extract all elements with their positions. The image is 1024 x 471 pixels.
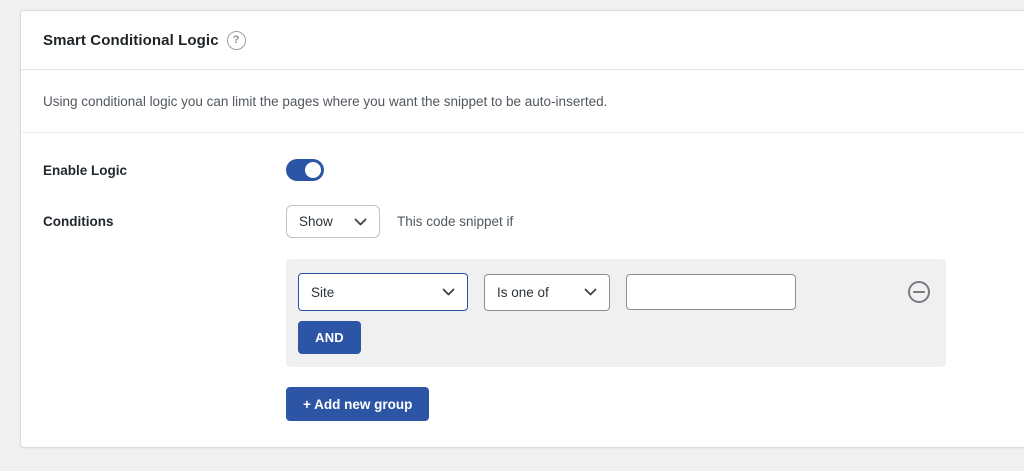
show-hide-row: Show This code snippet if bbox=[286, 205, 513, 238]
conditions-content: Show This code snippet if Site Is one of bbox=[286, 205, 946, 421]
condition-field-value: Site bbox=[311, 284, 335, 300]
panel-header: Smart Conditional Logic ? bbox=[21, 11, 1024, 70]
conditions-hint: This code snippet if bbox=[397, 214, 514, 229]
panel-description: Using conditional logic you can limit th… bbox=[43, 94, 608, 109]
condition-value-input[interactable] bbox=[626, 274, 796, 310]
enable-logic-toggle[interactable] bbox=[286, 159, 324, 181]
and-button[interactable]: AND bbox=[298, 321, 361, 354]
show-hide-select-value: Show bbox=[299, 214, 333, 229]
conditional-logic-form: Enable Logic Conditions Show This code s… bbox=[21, 133, 1024, 421]
remove-condition-button[interactable] bbox=[906, 279, 932, 305]
help-icon[interactable]: ? bbox=[226, 30, 246, 50]
toggle-knob bbox=[305, 162, 321, 178]
condition-group: Site Is one of AND bbox=[286, 259, 946, 367]
chevron-down-icon bbox=[354, 218, 367, 225]
condition-operator-value: Is one of bbox=[497, 284, 549, 300]
condition-operator-select[interactable]: Is one of bbox=[484, 273, 610, 311]
condition-rule-row: Site Is one of bbox=[298, 273, 934, 311]
show-hide-select[interactable]: Show bbox=[286, 205, 380, 238]
chevron-down-icon bbox=[584, 288, 597, 296]
enable-logic-label: Enable Logic bbox=[43, 162, 128, 178]
conditions-label: Conditions bbox=[43, 214, 114, 229]
minus-circle-icon bbox=[908, 281, 930, 303]
add-new-group-button[interactable]: + Add new group bbox=[286, 387, 430, 421]
page: { "card": { "title": "Smart Conditional … bbox=[0, 0, 1024, 471]
panel-title: Smart Conditional Logic bbox=[43, 31, 219, 49]
conditions-row: Conditions Show This code snippet if Sit… bbox=[43, 205, 1002, 421]
smart-conditional-logic-panel: Smart Conditional Logic ? Using conditio… bbox=[20, 10, 1024, 448]
enable-logic-row: Enable Logic bbox=[43, 159, 1002, 181]
chevron-down-icon bbox=[442, 288, 455, 296]
panel-description-section: Using conditional logic you can limit th… bbox=[21, 70, 1024, 133]
condition-field-select[interactable]: Site bbox=[298, 273, 468, 311]
